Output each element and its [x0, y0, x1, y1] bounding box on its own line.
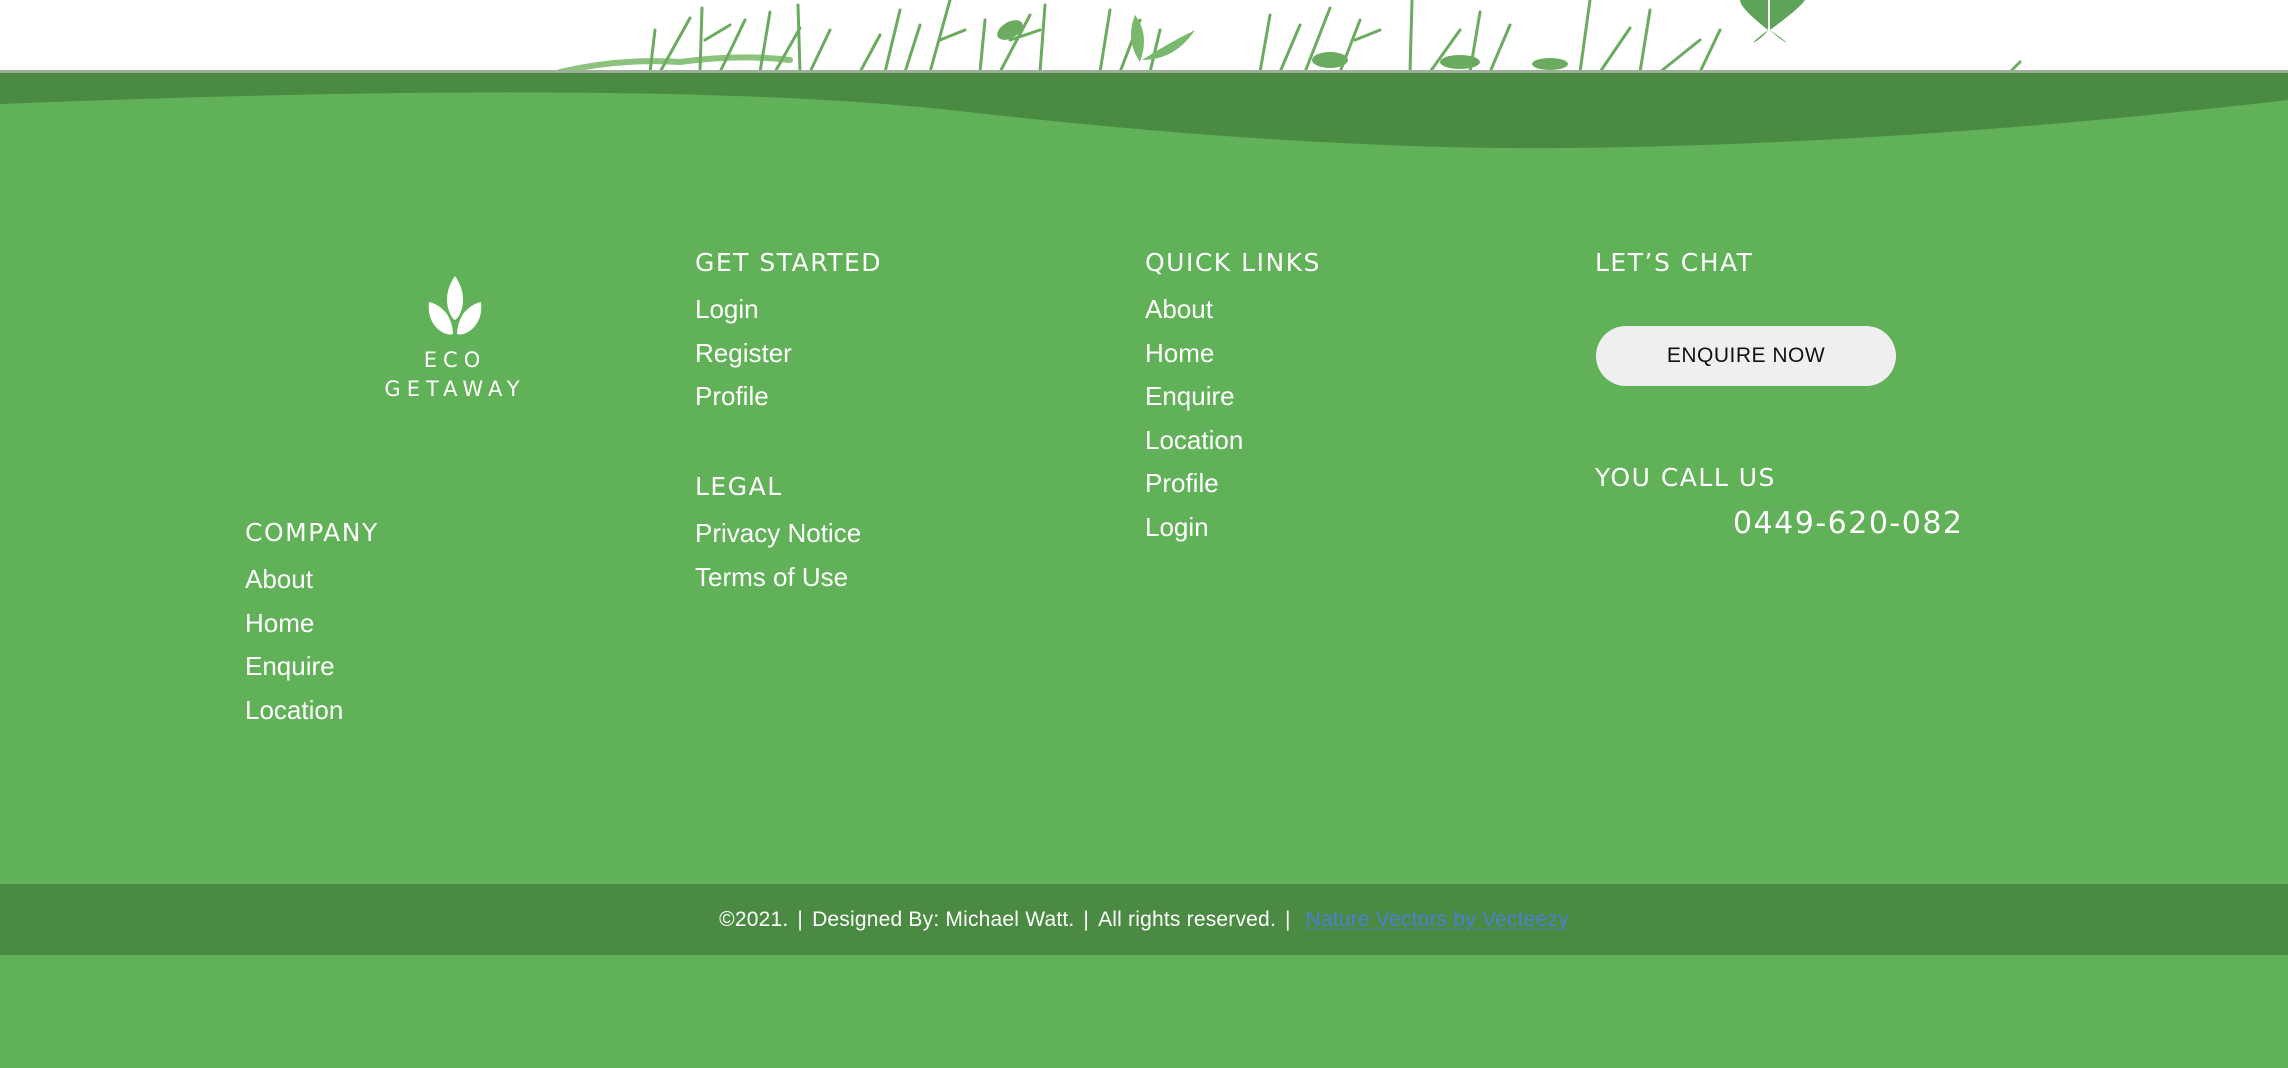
- designer-text: Designed By: Michael Watt.: [812, 907, 1075, 931]
- get-started-link-profile[interactable]: Profile: [695, 375, 882, 419]
- legal-heading: LEGAL: [695, 472, 783, 501]
- quick-link-login[interactable]: Login: [1145, 506, 1321, 550]
- quick-links-section: QUICK LINKS About Home Enquire Location …: [1145, 248, 1321, 549]
- call-us-heading: YOU CALL US: [1595, 463, 1776, 492]
- logo-text-line-2: GETAWAY: [384, 377, 526, 401]
- get-started-links: Login Register Profile: [695, 288, 882, 419]
- quick-link-enquire[interactable]: Enquire: [1145, 375, 1321, 419]
- company-link-enquire[interactable]: Enquire: [245, 645, 379, 689]
- separator-3: |: [1284, 907, 1291, 931]
- quick-links-list: About Home Enquire Location Profile Logi…: [1145, 288, 1321, 549]
- legal-links: Privacy Notice Terms of Use: [695, 512, 861, 599]
- get-started-heading: GET STARTED: [695, 248, 883, 277]
- company-link-about[interactable]: About: [245, 558, 379, 602]
- get-started-section: GET STARTED Login Register Profile: [695, 248, 882, 419]
- logo-text-line-1: ECO: [423, 348, 487, 372]
- plants-butterflies-illustration: [557, 0, 2022, 75]
- three-leaf-icon: [428, 276, 482, 335]
- get-started-link-login[interactable]: Login: [695, 288, 882, 332]
- lets-chat-heading: LET’S CHAT: [1595, 248, 1754, 277]
- footer-wave: [0, 70, 2288, 149]
- company-heading: COMPANY: [245, 518, 379, 547]
- quick-link-home[interactable]: Home: [1145, 332, 1321, 376]
- vecteezy-credit-link[interactable]: Nature Vectors by Vecteezy: [1306, 908, 1569, 932]
- company-section: COMPANY About Home Enquire Location: [245, 518, 379, 732]
- legal-section: LEGAL Privacy Notice Terms of Use: [695, 472, 861, 599]
- phone-number[interactable]: 0449-620-082: [1733, 506, 1964, 541]
- company-link-location[interactable]: Location: [245, 689, 379, 733]
- quick-link-location[interactable]: Location: [1145, 419, 1321, 463]
- separator-1: |: [797, 907, 804, 931]
- quick-link-profile[interactable]: Profile: [1145, 462, 1321, 506]
- company-links: About Home Enquire Location: [245, 558, 379, 732]
- rights-text: All rights reserved.: [1098, 907, 1276, 931]
- company-link-home[interactable]: Home: [245, 602, 379, 646]
- lets-chat-section: LET’S CHAT: [1595, 248, 1753, 288]
- quick-link-about[interactable]: About: [1145, 288, 1321, 332]
- legal-link-privacy-notice[interactable]: Privacy Notice: [695, 512, 861, 556]
- eco-getaway-logo[interactable]: ECO GETAWAY: [380, 274, 530, 404]
- page: ECO GETAWAY COMPANY About Home Enquire L…: [0, 0, 2288, 1068]
- enquire-now-button[interactable]: ENQUIRE NOW: [1596, 326, 1896, 386]
- separator-2: |: [1083, 907, 1090, 931]
- legal-link-terms-of-use[interactable]: Terms of Use: [695, 556, 861, 600]
- copyright-bar: ©2021. | Designed By: Michael Watt. | Al…: [0, 884, 2288, 955]
- copyright-text: ©2021.: [719, 907, 789, 931]
- quick-links-heading: QUICK LINKS: [1145, 248, 1321, 277]
- get-started-link-register[interactable]: Register: [695, 332, 882, 376]
- call-us-section: YOU CALL US: [1595, 463, 1776, 503]
